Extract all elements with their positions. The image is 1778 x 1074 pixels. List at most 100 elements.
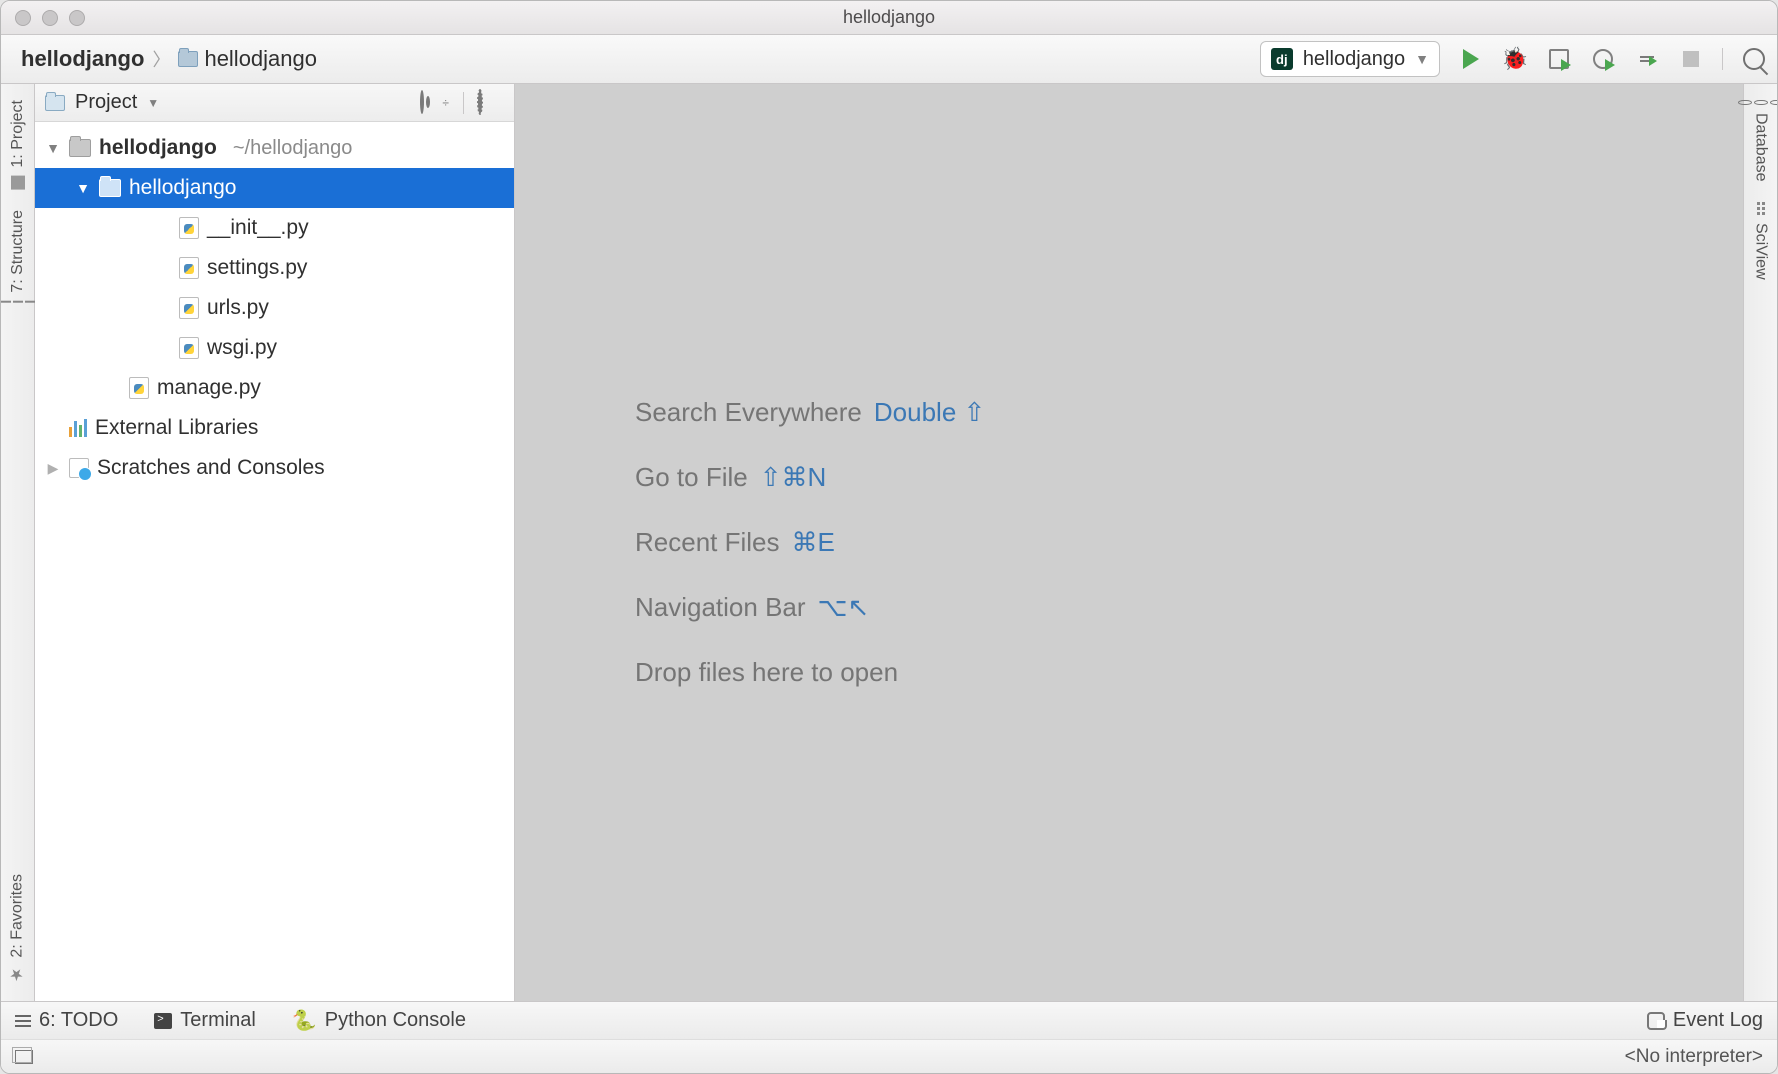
- sciview-icon: [1757, 202, 1765, 215]
- shortcut-label: Double ⇧: [874, 397, 985, 428]
- database-tool-tab[interactable]: Database: [1736, 90, 1778, 192]
- separator: [463, 92, 464, 114]
- shortcut-label: ⇧⌘N: [760, 462, 827, 493]
- terminal-icon: [154, 1013, 172, 1029]
- tree-node-path: ~/hellodjango: [233, 137, 353, 160]
- event-log-tool-tab[interactable]: Event Log: [1647, 1009, 1763, 1032]
- breadcrumb-item-root[interactable]: hellodjango: [21, 46, 144, 72]
- sciview-tool-tab[interactable]: SciView: [1750, 192, 1772, 290]
- chevron-down-icon[interactable]: ▼: [147, 96, 159, 110]
- tree-node-label: Scratches and Consoles: [97, 456, 325, 480]
- chevron-right-icon: 〉: [150, 46, 172, 72]
- run-button[interactable]: [1458, 46, 1484, 72]
- stop-button[interactable]: [1678, 46, 1704, 72]
- project-tool-tab[interactable]: 1: Project: [7, 90, 29, 200]
- shortcut-label: ⌥↖: [818, 592, 870, 623]
- settings-button[interactable]: [474, 90, 486, 115]
- tree-file-wsgi[interactable]: · wsgi.py: [35, 328, 514, 368]
- tree-node-label: hellodjango: [99, 136, 217, 160]
- structure-tool-tab[interactable]: 7: Structure: [0, 200, 37, 313]
- collapse-all-button[interactable]: ÷: [438, 97, 453, 109]
- tool-windows-toggle-icon[interactable]: [15, 1050, 33, 1064]
- folder-icon: [178, 51, 198, 67]
- expand-arrow-icon[interactable]: ▶: [45, 460, 61, 477]
- collapse-icon: ÷: [442, 99, 449, 107]
- bug-icon: 🐞: [1501, 46, 1528, 72]
- hint-search-everywhere: Search Everywhere Double ⇧: [635, 397, 1743, 428]
- separator: [1722, 48, 1723, 70]
- hint-drop-files: Drop files here to open: [635, 657, 1743, 688]
- bottom-dock-bar: 6: TODO Terminal 🐍 Python Console Event …: [1, 1001, 1777, 1039]
- run-coverage-button[interactable]: [1546, 46, 1572, 72]
- project-tool-window: Project ▼ ÷ ▼ hellodjango ~/hellodjango …: [35, 84, 515, 1001]
- search-icon: [1743, 48, 1765, 70]
- interpreter-status[interactable]: <No interpreter>: [1625, 1046, 1763, 1068]
- expand-arrow-icon[interactable]: ▼: [75, 180, 91, 196]
- python-console-tool-tab[interactable]: 🐍 Python Console: [292, 1008, 466, 1033]
- gear-icon: [478, 90, 482, 114]
- tree-node-label: settings.py: [207, 256, 307, 280]
- tree-node-label: hellodjango: [129, 176, 236, 200]
- tree-node-label: manage.py: [157, 376, 261, 400]
- concurrency-icon: [1640, 56, 1654, 62]
- tree-file-urls[interactable]: · urls.py: [35, 288, 514, 328]
- tree-scratches[interactable]: ▶ Scratches and Consoles: [35, 448, 514, 488]
- project-tree[interactable]: ▼ hellodjango ~/hellodjango ▼ hellodjang…: [35, 122, 514, 1001]
- python-file-icon: [179, 337, 199, 359]
- python-file-icon: [179, 297, 199, 319]
- stop-icon: [1683, 51, 1699, 67]
- project-tool-header: Project ▼ ÷: [35, 84, 514, 122]
- breadcrumb: hellodjango 〉 hellodjango: [21, 46, 317, 72]
- terminal-tool-tab[interactable]: Terminal: [154, 1009, 256, 1032]
- tree-node-label: wsgi.py: [207, 336, 277, 360]
- play-icon: [1463, 49, 1479, 69]
- project-view-label: Project: [75, 91, 137, 114]
- expand-arrow-icon[interactable]: ▼: [45, 140, 61, 156]
- coverage-icon: [1549, 49, 1569, 69]
- locate-button[interactable]: [416, 90, 428, 115]
- todo-tool-tab[interactable]: 6: TODO: [15, 1009, 118, 1032]
- run-configuration-label: hellodjango: [1303, 48, 1405, 71]
- tree-file-settings[interactable]: · settings.py: [35, 248, 514, 288]
- favorites-tool-tab[interactable]: ★ 2: Favorites: [6, 864, 29, 995]
- event-log-icon: [1647, 1012, 1665, 1030]
- todo-icon: [15, 1015, 31, 1027]
- django-icon: dj: [1271, 48, 1293, 70]
- ide-window: hellodjango hellodjango 〉 hellodjango dj…: [0, 0, 1778, 1074]
- debug-button[interactable]: 🐞: [1502, 46, 1528, 72]
- tree-project-root[interactable]: ▼ hellodjango ~/hellodjango: [35, 128, 514, 168]
- hide-button[interactable]: [496, 101, 504, 105]
- main-area: 1: Project 7: Structure ★ 2: Favorites P…: [1, 84, 1777, 1001]
- tree-package-selected[interactable]: ▼ hellodjango: [35, 168, 514, 208]
- tree-external-libraries[interactable]: · External Libraries: [35, 408, 514, 448]
- hint-navigation-bar: Navigation Bar ⌥↖: [635, 592, 1743, 623]
- editor-placeholder[interactable]: Search Everywhere Double ⇧ Go to File ⇧⌘…: [515, 84, 1743, 1001]
- tree-node-label: External Libraries: [95, 416, 258, 440]
- libraries-icon: [69, 419, 87, 437]
- structure-tab-icon: [1, 300, 35, 302]
- tree-file-manage[interactable]: · manage.py: [35, 368, 514, 408]
- navbar-right: dj hellodjango ▼ 🐞: [1260, 41, 1767, 77]
- python-icon: 🐍: [292, 1008, 317, 1033]
- run-configuration-selector[interactable]: dj hellodjango ▼: [1260, 41, 1440, 77]
- shortcut-label: ⌘E: [792, 527, 835, 558]
- tree-file-init[interactable]: · __init__.py: [35, 208, 514, 248]
- status-bar: <No interpreter>: [1, 1039, 1777, 1073]
- right-tool-strip: Database SciView: [1743, 84, 1777, 1001]
- folder-icon: [69, 139, 91, 157]
- python-file-icon: [179, 257, 199, 279]
- profile-button[interactable]: [1590, 46, 1616, 72]
- target-icon: [420, 90, 424, 114]
- titlebar: hellodjango: [1, 1, 1777, 35]
- navigation-bar: hellodjango 〉 hellodjango dj hellodjango…: [1, 35, 1777, 84]
- project-tab-icon: [11, 176, 25, 190]
- breadcrumb-item-folder[interactable]: hellodjango: [178, 46, 317, 72]
- concurrency-button[interactable]: [1634, 46, 1660, 72]
- profile-icon: [1593, 49, 1613, 69]
- package-folder-icon: [99, 179, 121, 197]
- scratches-icon: [69, 458, 89, 478]
- search-everywhere-button[interactable]: [1741, 46, 1767, 72]
- python-file-icon: [179, 217, 199, 239]
- project-view-icon: [45, 95, 65, 111]
- tree-node-label: __init__.py: [207, 216, 309, 240]
